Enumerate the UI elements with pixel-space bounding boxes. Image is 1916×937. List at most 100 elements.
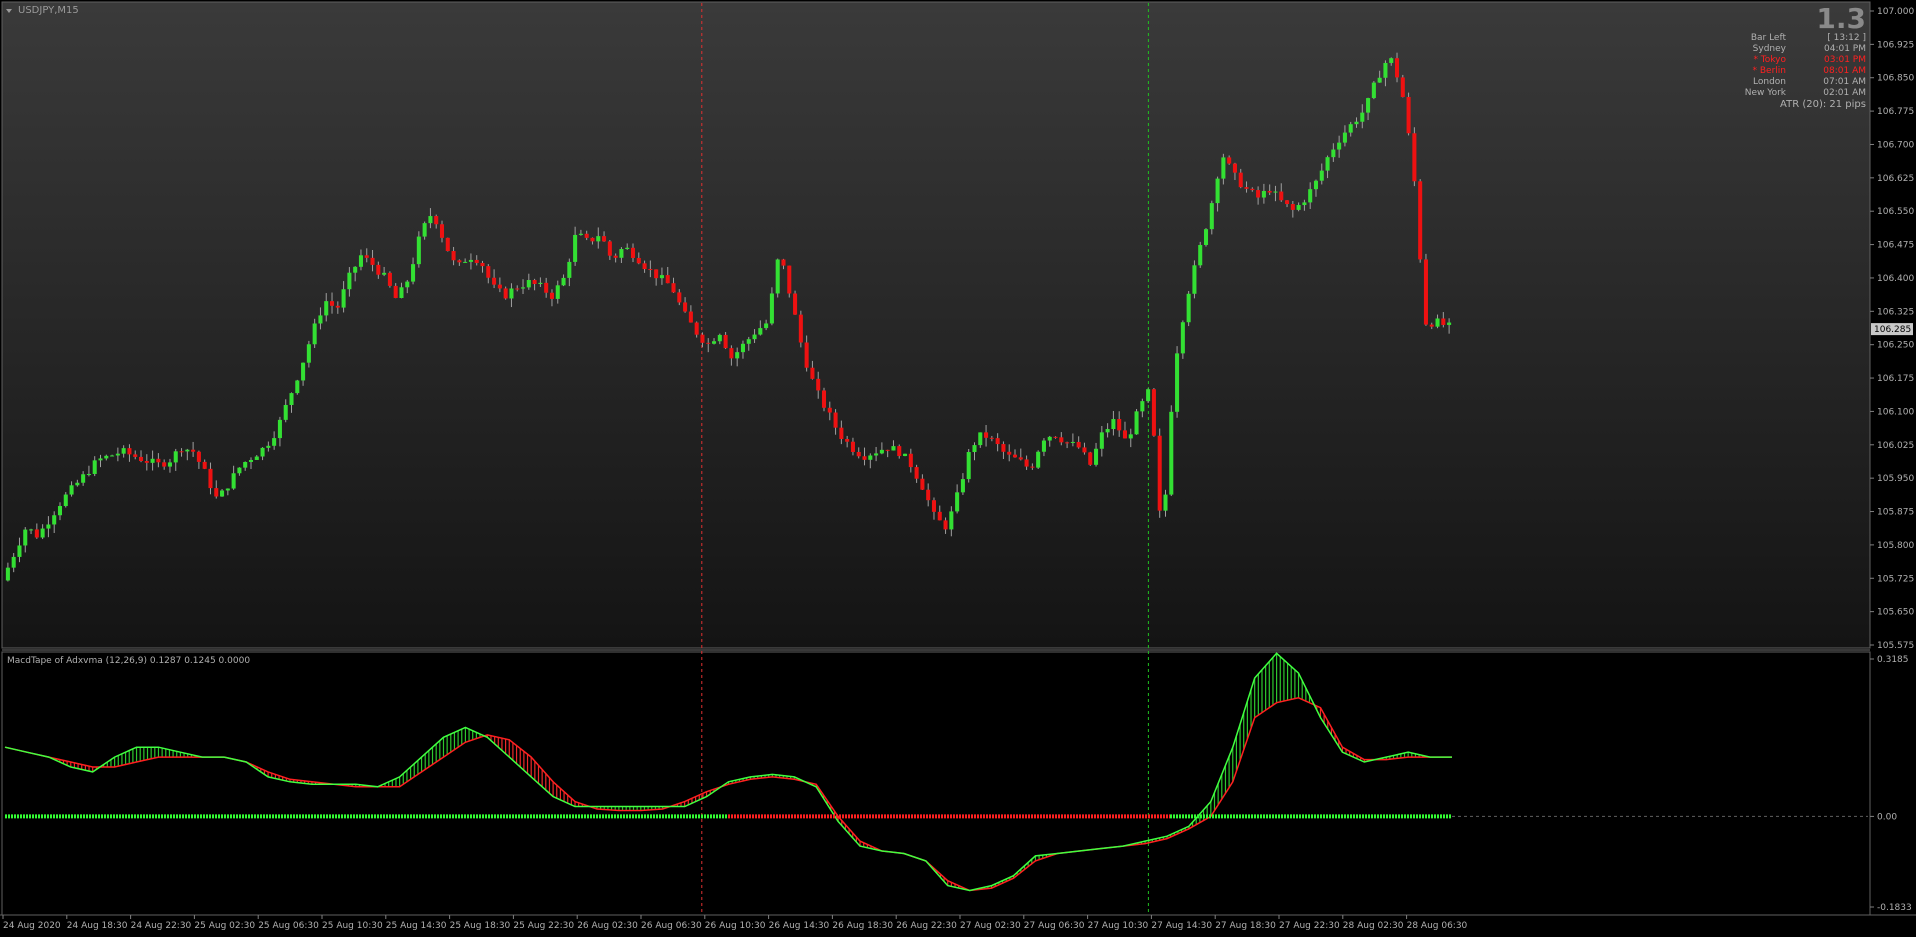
indicator-tick-label: 0.00 bbox=[1877, 812, 1897, 822]
candle-body bbox=[1227, 157, 1232, 164]
candle-body bbox=[225, 488, 230, 491]
candle bbox=[1371, 81, 1376, 100]
info-row-label: London bbox=[1753, 77, 1786, 87]
info-row-value: 08:01 AM bbox=[1823, 66, 1866, 76]
time-tick-label: 24 Aug 18:30 bbox=[67, 921, 128, 931]
candle bbox=[1412, 127, 1417, 187]
price-tick-label: 105.725 bbox=[1877, 574, 1914, 584]
candle-body bbox=[775, 259, 780, 294]
candle-body bbox=[358, 255, 363, 267]
candle bbox=[903, 453, 908, 457]
candle-body bbox=[434, 216, 439, 225]
candle-body bbox=[567, 261, 572, 278]
candle-body bbox=[121, 448, 126, 454]
candle-body bbox=[1105, 429, 1110, 433]
candle-body bbox=[1036, 451, 1041, 468]
time-tick-label: 25 Aug 22:30 bbox=[513, 921, 574, 931]
candle-body bbox=[1134, 411, 1139, 435]
candle-body bbox=[1360, 112, 1365, 122]
candle-body bbox=[1186, 293, 1191, 323]
candle-body bbox=[769, 293, 774, 324]
info-row-value: [ 13:12 ] bbox=[1827, 33, 1866, 43]
price-tick-label: 106.775 bbox=[1877, 107, 1914, 117]
time-tick-label: 24 Aug 22:30 bbox=[131, 921, 192, 931]
candle-body bbox=[966, 452, 971, 480]
candle-body bbox=[960, 479, 965, 493]
candle-body bbox=[1082, 447, 1087, 453]
candle-body bbox=[266, 445, 271, 448]
candle-body bbox=[503, 288, 508, 299]
price-tick-label: 107.000 bbox=[1877, 7, 1914, 17]
candle-body bbox=[416, 236, 421, 265]
candle-body bbox=[347, 272, 352, 290]
candle bbox=[1406, 92, 1411, 136]
candle-body bbox=[40, 528, 45, 538]
candle-body bbox=[723, 334, 728, 349]
candle-body bbox=[480, 262, 485, 267]
candle-body bbox=[874, 453, 879, 456]
candle-body bbox=[694, 322, 699, 335]
candle-body bbox=[1065, 442, 1070, 444]
candle bbox=[1198, 241, 1203, 268]
candle-body bbox=[787, 265, 792, 294]
candle-body bbox=[943, 520, 948, 530]
candle-body bbox=[1169, 411, 1174, 495]
candle-body bbox=[1221, 157, 1226, 179]
info-row-label: Sydney bbox=[1752, 44, 1786, 54]
candle-body bbox=[903, 453, 908, 457]
candle-body bbox=[636, 257, 641, 264]
candle-body bbox=[1308, 189, 1313, 203]
candle-body bbox=[1394, 58, 1400, 78]
candle-body bbox=[1076, 441, 1081, 448]
candle-body bbox=[422, 223, 427, 237]
candle-body bbox=[1018, 457, 1023, 460]
chart-window: 107.000 106.925 106.850 106.775 106.700 106.6… bbox=[0, 0, 1916, 933]
candle-body bbox=[329, 301, 335, 306]
candle bbox=[387, 271, 392, 288]
candle bbox=[793, 290, 798, 315]
candle-body bbox=[445, 237, 450, 252]
candle-body bbox=[729, 348, 734, 359]
candle-body bbox=[133, 454, 138, 457]
candle bbox=[787, 265, 792, 298]
candle-body bbox=[793, 293, 798, 315]
chart-canvas[interactable]: 107.000 106.925 106.850 106.775 106.700 106.6… bbox=[0, 0, 1916, 933]
candle-body bbox=[555, 285, 560, 299]
candle-body bbox=[370, 257, 375, 265]
candle bbox=[1146, 388, 1151, 404]
info-row-label: New York bbox=[1744, 88, 1786, 98]
candle-body bbox=[509, 288, 514, 299]
candle-body bbox=[81, 474, 86, 483]
candle-body bbox=[712, 341, 717, 344]
candle-body bbox=[1030, 466, 1035, 468]
candle-body bbox=[138, 456, 144, 461]
candle-body bbox=[1354, 121, 1359, 125]
candle-body bbox=[1192, 265, 1197, 294]
time-tick-label: 27 Aug 06:30 bbox=[1024, 921, 1085, 931]
candle-body bbox=[1342, 132, 1347, 143]
time-tick-label: 24 Aug 2020 bbox=[3, 921, 61, 931]
candle-body bbox=[283, 404, 288, 420]
candle bbox=[1400, 74, 1405, 98]
candle-body bbox=[1447, 322, 1452, 325]
candle-body bbox=[324, 301, 329, 316]
info-row-value: 04:01 PM bbox=[1824, 44, 1866, 54]
time-tick-label: 27 Aug 22:30 bbox=[1279, 921, 1340, 931]
candle-body bbox=[1151, 389, 1156, 436]
candle-body bbox=[191, 449, 196, 452]
candle-body bbox=[23, 529, 28, 546]
time-tick-label: 27 Aug 02:30 bbox=[960, 921, 1021, 931]
time-tick-label: 26 Aug 02:30 bbox=[577, 921, 638, 931]
candle-body bbox=[34, 529, 39, 538]
candle-body bbox=[607, 241, 612, 256]
candle-body bbox=[764, 323, 769, 329]
time-tick-label: 28 Aug 02:30 bbox=[1343, 921, 1404, 931]
candle-body bbox=[879, 449, 884, 454]
price-tick-label: 105.875 bbox=[1877, 508, 1914, 518]
price-tick-label: 106.625 bbox=[1877, 174, 1914, 184]
candle bbox=[1423, 253, 1428, 326]
candle-body bbox=[931, 500, 936, 512]
candle-body bbox=[1313, 180, 1319, 190]
candle-body bbox=[578, 233, 583, 235]
candle-body bbox=[671, 283, 676, 293]
